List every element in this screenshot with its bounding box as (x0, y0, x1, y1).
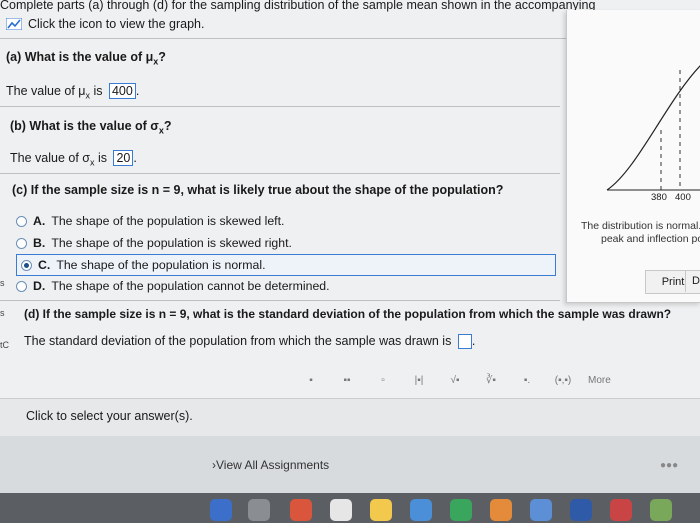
normal-curve-graph (606, 65, 700, 191)
option-b[interactable]: B. The shape of the population is skewed… (16, 233, 292, 253)
part-b-answer-line: The value of σx is 20. (10, 150, 137, 168)
fraction-button[interactable]: ▪ (300, 375, 322, 386)
radio-button[interactable] (16, 280, 27, 292)
graph-caption-1: The distribution is normal. (581, 220, 700, 232)
part-c-question: (c) If the sample size is n = 9, what is… (12, 183, 504, 197)
app-icon[interactable] (490, 499, 512, 521)
popup-side-button[interactable]: D (685, 270, 700, 292)
left-edge-fragment: tC (0, 340, 9, 350)
part-d-answer-line: The standard deviation of the population… (24, 334, 476, 350)
option-d[interactable]: D. The shape of the population cannot be… (16, 276, 330, 296)
left-edge-fragment: s (0, 308, 5, 318)
tick-label-380: 380 (651, 192, 667, 203)
absolute-value-button[interactable]: |▪| (408, 375, 430, 386)
part-a-question: (a) What is the value of μx? (6, 50, 166, 67)
instructions-text: Complete parts (a) through (d) for the s… (0, 0, 596, 12)
calendar-icon[interactable] (290, 499, 312, 521)
os-dock (0, 493, 700, 523)
left-edge-fragment: s (0, 278, 5, 288)
app-icon[interactable] (330, 499, 352, 521)
exponent-button[interactable]: ▫ (372, 375, 394, 386)
radio-button[interactable] (16, 237, 27, 249)
graph-caption-2: peak and inflection po (601, 233, 700, 245)
radio-button[interactable] (16, 215, 27, 227)
view-all-assignments-link[interactable]: ›View All Assignments (212, 458, 329, 472)
app-icon[interactable] (610, 499, 632, 521)
mixed-number-button[interactable]: ▪▪ (336, 375, 358, 386)
more-button[interactable]: More (588, 375, 611, 386)
graph-popup-window: 380 400 The distribution is normal. peak… (566, 10, 700, 303)
app-icon[interactable] (650, 499, 672, 521)
app-icon[interactable] (570, 499, 592, 521)
part-a-answer-field[interactable]: 400 (108, 83, 136, 99)
divider (0, 106, 560, 107)
nth-root-button[interactable]: ∛▪ (480, 375, 502, 386)
status-bar: Click to select your answer(s). (0, 398, 700, 437)
app-icon[interactable] (370, 499, 392, 521)
radio-button-selected[interactable] (21, 259, 32, 271)
graph-link-label[interactable]: Click the icon to view the graph. (28, 17, 204, 31)
app-icon[interactable] (530, 499, 552, 521)
status-prompt: Click to select your answer(s). (26, 409, 193, 423)
part-d-question: (d) If the sample size is n = 9, what is… (24, 307, 672, 321)
part-b-answer-field[interactable]: 20 (113, 150, 134, 166)
normal-curve (606, 65, 700, 191)
sqrt-button[interactable]: √▪ (444, 375, 466, 386)
more-dots-icon[interactable]: ●●● (660, 460, 678, 471)
option-a[interactable]: A. The shape of the population is skewed… (16, 211, 284, 231)
part-d-answer-field[interactable] (457, 334, 472, 350)
part-b-question: (b) What is the value of σx? (10, 119, 172, 136)
decimal-button[interactable]: ▪. (516, 375, 538, 386)
divider (0, 38, 566, 39)
divider (0, 173, 560, 174)
graph-link[interactable]: Click the icon to view the graph. (6, 17, 204, 31)
app-icon[interactable] (210, 499, 232, 521)
tick-label-400: 400 (675, 192, 691, 203)
app-icon[interactable] (410, 499, 432, 521)
footer: ›View All Assignments ●●● (0, 436, 700, 493)
app-icon[interactable] (248, 499, 270, 521)
app-icon[interactable] (450, 499, 472, 521)
ordered-pair-button[interactable]: (▪,▪) (552, 375, 574, 386)
graph-icon[interactable] (6, 18, 22, 30)
option-c[interactable]: C. The shape of the population is normal… (16, 254, 556, 276)
math-toolbar: ▪ ▪▪ ▫ |▪| √▪ ∛▪ ▪. (▪,▪) More (300, 362, 660, 398)
divider (0, 300, 560, 301)
browser-viewport: Complete parts (a) through (d) for the s… (0, 0, 700, 493)
part-a-answer-line: The value of μx is 400. (6, 83, 140, 101)
